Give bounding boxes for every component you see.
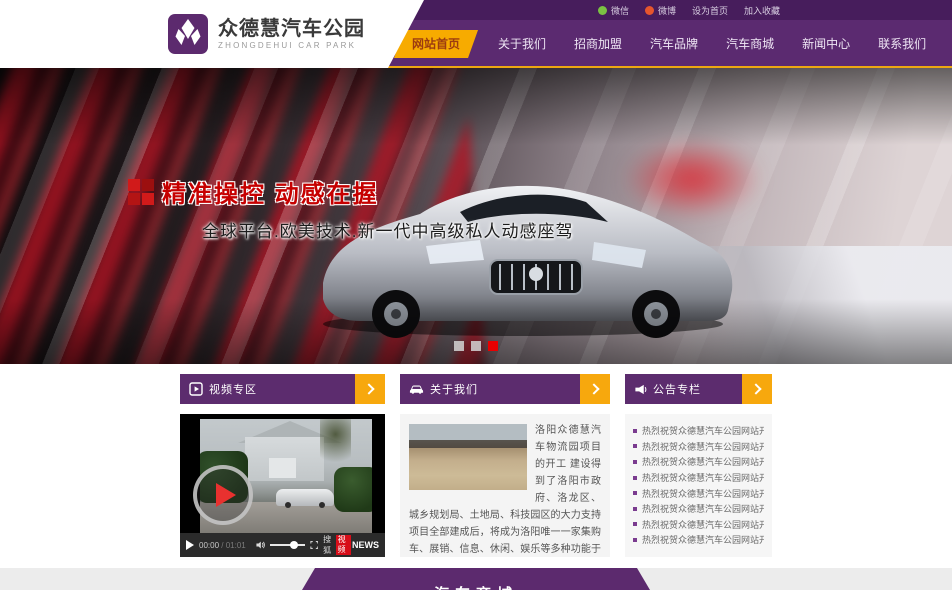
- chevron-right-icon: [363, 383, 374, 394]
- carousel-dots: [454, 341, 498, 351]
- video-more-button[interactable]: [355, 374, 385, 404]
- logo-text: 众德慧汽车公园 ZHONGDEHUI CAR PARK: [218, 18, 365, 51]
- video-controls: 00:00 / 01:01 搜狐视频NEWS: [180, 533, 385, 557]
- logo-subtitle: ZHONGDEHUI CAR PARK: [218, 40, 365, 51]
- carousel-dot[interactable]: [454, 341, 464, 351]
- bullet-icon: [633, 476, 637, 480]
- about-section-title: 关于我们: [430, 381, 478, 397]
- video-section-header: 视频专区: [180, 374, 385, 404]
- footer-ribbon: 汽车商城: [302, 568, 650, 590]
- bullet-icon: [633, 444, 637, 448]
- notice-item[interactable]: 热烈祝贺众德慧汽车公园网站开通了！: [633, 485, 764, 501]
- thumbnail-car: [276, 489, 334, 506]
- notice-item[interactable]: 热烈祝贺众德慧汽车公园网站开通了！: [633, 517, 764, 533]
- fullscreen-icon[interactable]: [310, 540, 319, 550]
- video-time: 00:00 / 01:01: [199, 541, 246, 550]
- play-button[interactable]: [193, 465, 253, 525]
- banner-subheadline: 全球平台.欧美技术.新一代中高级私人动感座驾: [202, 217, 573, 242]
- notice-section: 公告专栏 热烈祝贺众德慧汽车公园网站开通了！ 热烈祝贺众德慧汽车公园网站开通了！: [625, 374, 772, 557]
- nav-item[interactable]: 网站首页: [394, 30, 478, 58]
- video-section-title: 视频专区: [209, 381, 257, 397]
- nav-item[interactable]: 招商加盟: [560, 20, 636, 68]
- nav-item[interactable]: 新闻中心: [788, 20, 864, 68]
- volume-icon[interactable]: [256, 540, 265, 550]
- sohu-video-logo: 搜狐视频NEWS: [323, 534, 379, 556]
- volume-slider[interactable]: [270, 544, 304, 546]
- content-area: 视频专区 00:00 / 01:01: [180, 364, 772, 557]
- notice-more-button[interactable]: [742, 374, 772, 404]
- logo[interactable]: 众德慧汽车公园 ZHONGDEHUI CAR PARK: [0, 0, 424, 68]
- bullet-icon: [633, 460, 637, 464]
- notice-item-text: 热烈祝贺众德慧汽车公园网站开通了！: [642, 471, 764, 484]
- bullet-icon: [633, 522, 637, 526]
- topbar-link-set-homepage[interactable]: 设为首页: [692, 4, 728, 17]
- chevron-right-icon: [750, 383, 761, 394]
- control-play-icon[interactable]: [186, 540, 194, 550]
- chevron-right-icon: [588, 383, 599, 394]
- about-photo[interactable]: [409, 424, 527, 490]
- topbar-link-label: 加入收藏: [744, 4, 780, 17]
- nav-item[interactable]: 联系我们: [864, 20, 940, 68]
- red-squares-icon: [128, 179, 154, 205]
- banner-caption: 精准操控 动感在握 全球平台.欧美技术.新一代中高级私人动感座驾: [128, 174, 573, 242]
- logo-title: 众德慧汽车公园: [218, 18, 365, 40]
- about-section-header: 关于我们: [400, 374, 610, 404]
- notice-item-text: 热烈祝贺众德慧汽车公园网站开通了！: [642, 518, 764, 531]
- bullet-icon: [633, 538, 637, 542]
- notice-item-text: 热烈祝贺众德慧汽车公园网站开通了！: [642, 487, 764, 500]
- notice-item-text: 热烈祝贺众德慧汽车公园网站开通了！: [642, 440, 764, 453]
- banner-headline: 精准操控 动感在握: [162, 174, 379, 209]
- play-icon: [216, 483, 236, 507]
- about-content: 洛阳众德慧汽车物流园项目的开工 建设得到了洛阳市政府、洛龙区、城乡规划局、土地局…: [400, 414, 610, 557]
- footer: 汽车商城: [0, 557, 952, 590]
- notice-item[interactable]: 热烈祝贺众德慧汽车公园网站开通了！: [633, 501, 764, 517]
- topbar-link-add-favorite[interactable]: 加入收藏: [744, 4, 780, 17]
- notice-item-text: 热烈祝贺众德慧汽车公园网站开通了！: [642, 502, 764, 515]
- about-more-button[interactable]: [580, 374, 610, 404]
- main-nav: 网站首页 关于我们 招商加盟 汽车品牌 汽车商城 新闻中心 联系我们: [394, 20, 952, 68]
- megaphone-icon: [634, 383, 647, 396]
- notice-section-header: 公告专栏: [625, 374, 772, 404]
- notice-item[interactable]: 热烈祝贺众德慧汽车公园网站开通了！: [633, 532, 764, 548]
- footer-heading: 汽车商城: [302, 583, 650, 590]
- weibo-icon: [645, 6, 654, 15]
- nav-item[interactable]: 汽车商城: [712, 20, 788, 68]
- topbar-link-weibo[interactable]: 微博: [645, 4, 676, 17]
- notice-item-text: 热烈祝贺众德慧汽车公园网站开通了！: [642, 424, 764, 437]
- notice-item[interactable]: 热烈祝贺众德慧汽车公园网站开通了！: [633, 470, 764, 486]
- notice-section-title: 公告专栏: [653, 381, 701, 397]
- notice-list: 热烈祝贺众德慧汽车公园网站开通了！ 热烈祝贺众德慧汽车公园网站开通了！ 热烈祝贺…: [625, 414, 772, 557]
- nav-item[interactable]: 关于我们: [484, 20, 560, 68]
- hero-banner[interactable]: 精准操控 动感在握 全球平台.欧美技术.新一代中高级私人动感座驾: [0, 68, 952, 364]
- site-header: 众德慧汽车公园 ZHONGDEHUI CAR PARK 网站首页 关于我们 招商…: [0, 20, 952, 68]
- notice-item-text: 热烈祝贺众德慧汽车公园网站开通了！: [642, 455, 764, 468]
- wechat-icon: [598, 6, 607, 15]
- bullet-icon: [633, 507, 637, 511]
- car-icon: [409, 383, 424, 395]
- video-section: 视频专区 00:00 / 01:01: [180, 374, 385, 557]
- bullet-icon: [633, 429, 637, 433]
- topbar-link-label: 设为首页: [692, 4, 728, 17]
- logo-icon: [168, 14, 208, 54]
- video-icon: [189, 382, 203, 396]
- notice-item[interactable]: 热烈祝贺众德慧汽车公园网站开通了！: [633, 423, 764, 439]
- slider-knob[interactable]: [290, 541, 298, 549]
- topbar-link-wechat[interactable]: 微信: [598, 4, 629, 17]
- video-player[interactable]: 00:00 / 01:01 搜狐视频NEWS: [180, 414, 385, 557]
- about-section: 关于我们 洛阳众德慧汽车物流园项目的开工 建设得到了洛阳市政府、洛龙区、城乡规划…: [400, 374, 610, 557]
- bullet-icon: [633, 491, 637, 495]
- topbar-link-label: 微信: [611, 4, 629, 17]
- carousel-dot[interactable]: [471, 341, 481, 351]
- notice-item[interactable]: 热烈祝贺众德慧汽车公园网站开通了！: [633, 439, 764, 455]
- topbar-link-label: 微博: [658, 4, 676, 17]
- nav-item[interactable]: 汽车品牌: [636, 20, 712, 68]
- carousel-dot[interactable]: [488, 341, 498, 351]
- notice-item[interactable]: 热烈祝贺众德慧汽车公园网站开通了！: [633, 454, 764, 470]
- notice-item-text: 热烈祝贺众德慧汽车公园网站开通了！: [642, 533, 764, 546]
